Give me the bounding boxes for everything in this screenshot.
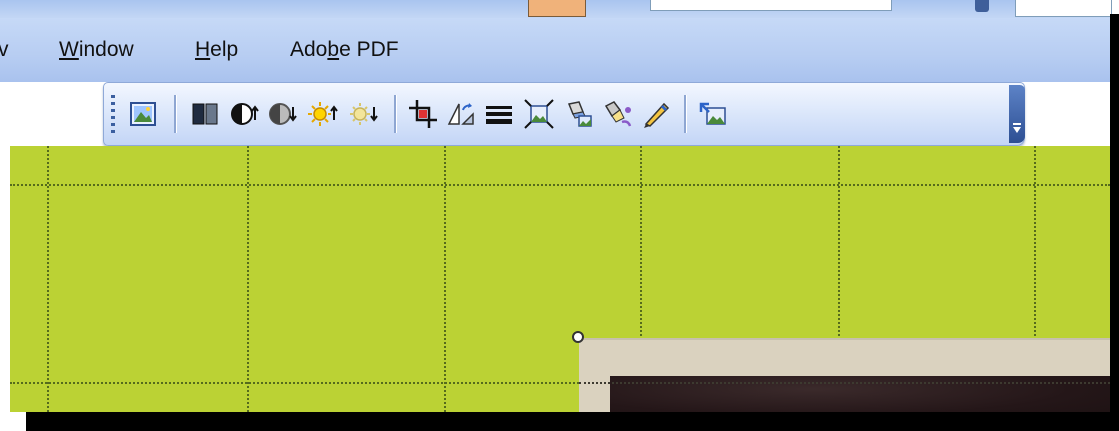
- line-style-icon[interactable]: [482, 97, 516, 131]
- toolbar-grip[interactable]: [111, 95, 115, 133]
- selection-handle[interactable]: [572, 331, 584, 343]
- toolbar-separator: [174, 95, 177, 133]
- guide-line-vertical: [444, 146, 446, 412]
- rotate-left-icon[interactable]: [444, 97, 478, 131]
- menu-bar: v Window Help Adobe PDF: [0, 18, 1110, 82]
- set-transparent-color-icon[interactable]: [601, 97, 635, 131]
- title-strip: [0, 0, 1112, 19]
- menu-window[interactable]: Window: [59, 38, 134, 62]
- menu-help[interactable]: Help: [195, 38, 238, 62]
- picture-toolbar: [103, 82, 1025, 146]
- crop-icon[interactable]: [406, 97, 440, 131]
- toolbar-options-chevron-icon[interactable]: [1009, 85, 1025, 143]
- toolbar-box[interactable]: [1015, 0, 1112, 17]
- guide-line-vertical: [247, 146, 249, 412]
- toolbar-separator: [394, 95, 397, 133]
- toolbar-separator: [684, 95, 687, 133]
- less-contrast-icon[interactable]: [266, 97, 300, 131]
- frame-shadow-right: [1110, 14, 1119, 431]
- toolbar-input-field[interactable]: [650, 0, 892, 11]
- more-contrast-icon[interactable]: [228, 97, 262, 131]
- insert-picture-icon[interactable]: [126, 97, 160, 131]
- guide-line-horizontal: [10, 184, 1110, 186]
- color-icon[interactable]: [188, 97, 222, 131]
- slide-canvas[interactable]: [10, 146, 1110, 412]
- guide-line-vertical: [47, 146, 49, 412]
- compress-pictures-icon[interactable]: [522, 97, 556, 131]
- selected-picture[interactable]: [579, 338, 1110, 412]
- menu-view-partial[interactable]: v: [0, 38, 9, 62]
- format-picture-icon[interactable]: [562, 97, 596, 131]
- menu-adobe-pdf[interactable]: Adobe PDF: [290, 38, 399, 62]
- fill-color-swatch[interactable]: [528, 0, 586, 17]
- reset-picture-icon[interactable]: [696, 97, 730, 131]
- guide-line-horizontal: [579, 382, 1110, 384]
- chevron-down-icon[interactable]: [975, 0, 989, 12]
- less-brightness-icon[interactable]: [346, 97, 380, 131]
- recolor-picture-icon[interactable]: [639, 97, 673, 131]
- frame-shadow-bottom: [26, 412, 1119, 431]
- more-brightness-icon[interactable]: [306, 97, 340, 131]
